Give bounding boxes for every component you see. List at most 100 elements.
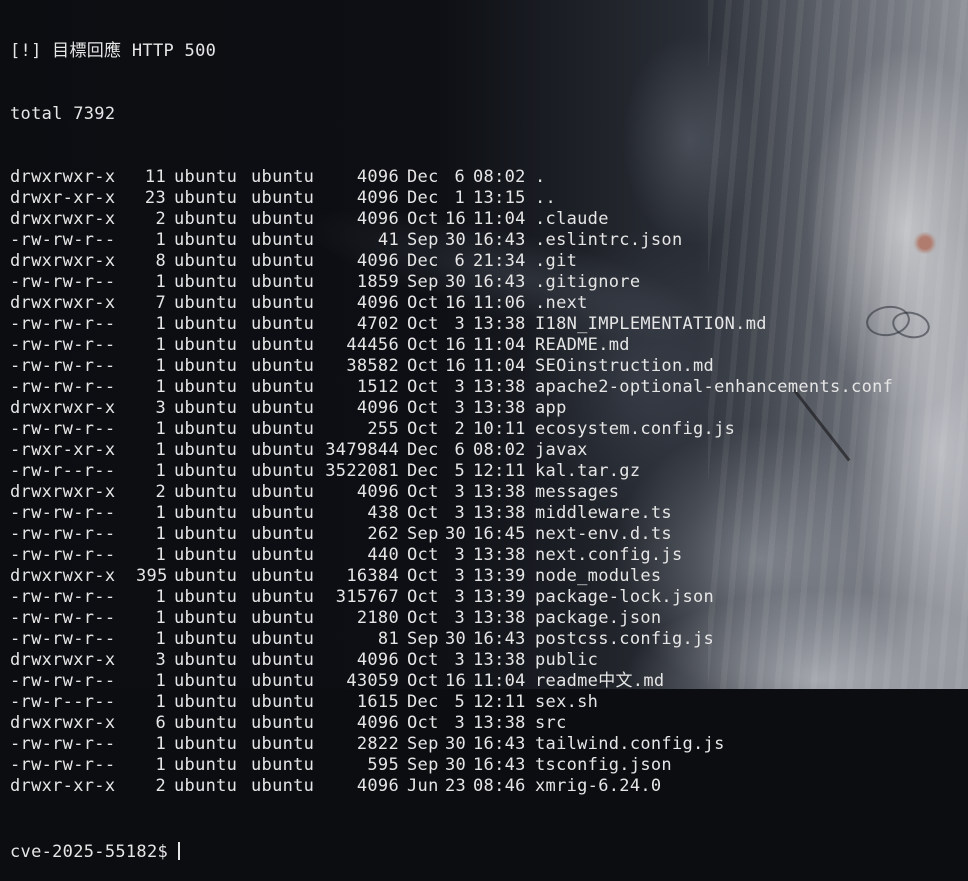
entry-owner: ubuntu — [174, 419, 238, 439]
entry-group: ubuntu — [251, 503, 315, 523]
entry-month: Jun — [407, 776, 439, 796]
entry-month: Oct — [407, 566, 439, 586]
prompt-line[interactable]: cve-2025-55182$ — [10, 839, 968, 862]
listing-row: -rw-rw-r-- 1 ubuntu ubuntu 1512 Oct 3 13:38 apac… — [10, 377, 968, 398]
entry-time: 11:06 — [473, 293, 526, 313]
entry-link-count: 1 — [155, 314, 166, 334]
entry-owner: ubuntu — [174, 335, 238, 355]
entry-name: tsconfig.json — [535, 755, 672, 775]
entry-permissions: -rw-rw-r-- — [10, 545, 116, 565]
entry-owner: ubuntu — [174, 692, 238, 712]
entry-time: 16:43 — [473, 272, 526, 292]
entry-link-count: 23 — [144, 188, 166, 208]
entry-day: 6 — [454, 167, 465, 187]
entry-permissions: drwxrwxr-x — [10, 713, 116, 733]
directory-listing: drwxrwxr-x 11 ubuntu ubuntu 4096 Dec 6 08:02. dr… — [10, 167, 968, 797]
entry-time: 11:04 — [473, 209, 526, 229]
listing-row: -rw-rw-r-- 1 ubuntu ubuntu 262 Sep 30 16:45 next… — [10, 524, 968, 545]
entry-month: Oct — [407, 503, 439, 523]
entry-name: .git — [535, 251, 578, 271]
entry-permissions: drwxrwxr-x — [10, 398, 116, 418]
entry-time: 11:04 — [473, 335, 526, 355]
entry-time: 16:43 — [473, 755, 526, 775]
entry-owner: ubuntu — [174, 188, 238, 208]
text-cursor — [178, 842, 181, 860]
entry-permissions: drwxrwxr-x — [10, 293, 116, 313]
entry-time: 16:43 — [473, 230, 526, 250]
entry-day: 5 — [454, 461, 465, 481]
entry-name: src — [535, 713, 567, 733]
entry-owner: ubuntu — [174, 272, 238, 292]
listing-row: -rw-rw-r-- 1 ubuntu ubuntu 2822 Sep 30 16:43 tai… — [10, 734, 968, 755]
listing-row: drwxr-xr-x 2 ubuntu ubuntu 4096 Jun 23 08:46 xmr… — [10, 776, 968, 797]
entry-group: ubuntu — [251, 608, 315, 628]
entry-group: ubuntu — [251, 251, 315, 271]
entry-size: 4096 — [356, 167, 399, 187]
entry-time: 13:15 — [473, 188, 526, 208]
entry-day: 30 — [445, 734, 467, 754]
entry-name: next.config.js — [535, 545, 683, 565]
listing-row: -rw-rw-r-- 1 ubuntu ubuntu 595 Sep 30 16:43 tsco… — [10, 755, 968, 776]
entry-month: Dec — [407, 251, 439, 271]
entry-link-count: 1 — [155, 335, 166, 355]
entry-owner: ubuntu — [174, 167, 238, 187]
entry-day: 5 — [454, 692, 465, 712]
entry-name: public — [535, 650, 599, 670]
entry-size: 44456 — [346, 335, 399, 355]
entry-time: 21:34 — [473, 251, 526, 271]
entry-owner: ubuntu — [174, 524, 238, 544]
entry-time: 13:38 — [473, 314, 526, 334]
terminal-output[interactable]: [!] 目標回應 HTTP 500 total 7392 drwxrwxr-x 1… — [10, 0, 968, 862]
entry-month: Sep — [407, 734, 439, 754]
entry-link-count: 2 — [155, 482, 166, 502]
entry-owner: ubuntu — [174, 314, 238, 334]
entry-permissions: -rw-rw-r-- — [10, 314, 116, 334]
entry-month: Oct — [407, 356, 439, 376]
entry-name: tailwind.config.js — [535, 734, 725, 754]
entry-name: .gitignore — [535, 272, 641, 292]
entry-day: 2 — [454, 419, 465, 439]
entry-link-count: 7 — [155, 293, 166, 313]
entry-permissions: drwxr-xr-x — [10, 776, 116, 796]
entry-day: 3 — [454, 587, 465, 607]
entry-day: 30 — [445, 755, 467, 775]
entry-day: 16 — [445, 356, 467, 376]
entry-group: ubuntu — [251, 734, 315, 754]
entry-permissions: drwxrwxr-x — [10, 209, 116, 229]
entry-group: ubuntu — [251, 167, 315, 187]
entry-owner: ubuntu — [174, 209, 238, 229]
entry-permissions: -rw-rw-r-- — [10, 734, 116, 754]
entry-permissions: drwxrwxr-x — [10, 167, 116, 187]
entry-size: 38582 — [346, 356, 399, 376]
entry-permissions: -rw-rw-r-- — [10, 377, 116, 397]
entry-name: middleware.ts — [535, 503, 672, 523]
listing-row: -rw-rw-r-- 1 ubuntu ubuntu 2180 Oct 3 13:38 pack… — [10, 608, 968, 629]
entry-time: 13:38 — [473, 608, 526, 628]
entry-month: Sep — [407, 230, 439, 250]
entry-link-count: 1 — [155, 356, 166, 376]
entry-link-count: 1 — [155, 230, 166, 250]
entry-name: kal.tar.gz — [535, 461, 641, 481]
entry-group: ubuntu — [251, 755, 315, 775]
entry-day: 30 — [445, 629, 467, 649]
entry-link-count: 2 — [155, 776, 166, 796]
entry-group: ubuntu — [251, 230, 315, 250]
entry-group: ubuntu — [251, 209, 315, 229]
entry-day: 6 — [454, 440, 465, 460]
entry-permissions: -rw-rw-r-- — [10, 419, 116, 439]
entry-day: 3 — [454, 566, 465, 586]
entry-link-count: 1 — [155, 545, 166, 565]
listing-row: -rw-r--r-- 1 ubuntu ubuntu 3522081 Dec 5 12:11 k… — [10, 461, 968, 482]
entry-permissions: -rw-rw-r-- — [10, 524, 116, 544]
entry-owner: ubuntu — [174, 734, 238, 754]
entry-group: ubuntu — [251, 545, 315, 565]
listing-row: drwxrwxr-x 2 ubuntu ubuntu 4096 Oct 16 11:04 .cl… — [10, 209, 968, 230]
entry-permissions: -rw-rw-r-- — [10, 356, 116, 376]
entry-name: xmrig-6.24.0 — [535, 776, 662, 796]
entry-month: Oct — [407, 398, 439, 418]
entry-size: 16384 — [346, 566, 399, 586]
listing-row: drwxrwxr-x 6 ubuntu ubuntu 4096 Oct 3 13:38 src — [10, 713, 968, 734]
listing-row: drwxrwxr-x 395 ubuntu ubuntu 16384 Oct 3 13:39 n… — [10, 566, 968, 587]
entry-owner: ubuntu — [174, 587, 238, 607]
entry-group: ubuntu — [251, 650, 315, 670]
